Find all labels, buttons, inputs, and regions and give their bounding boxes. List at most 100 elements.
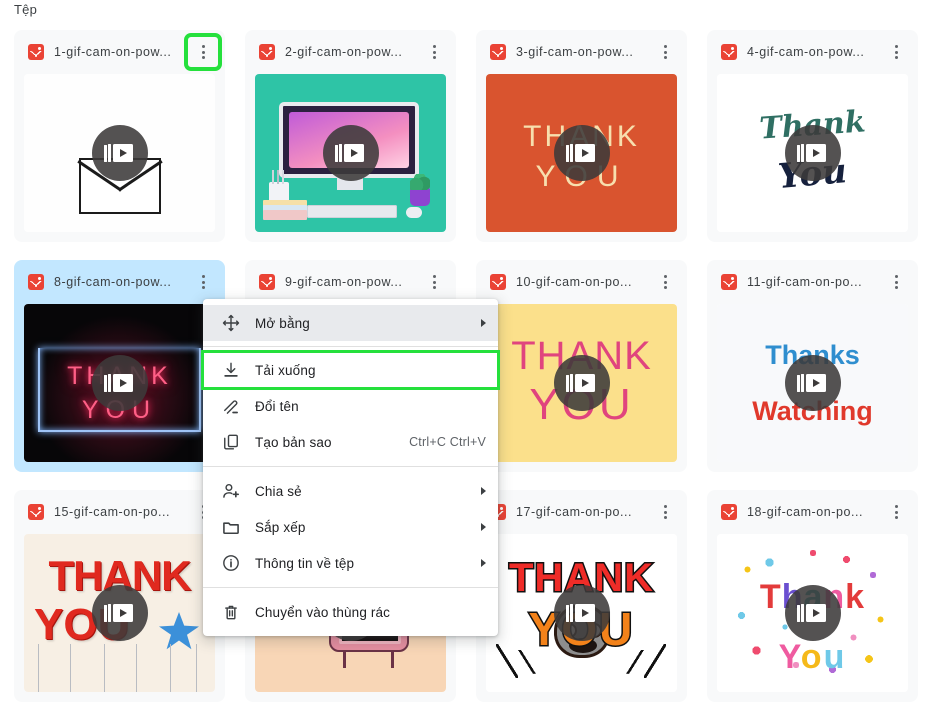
gif-play-badge: [553, 125, 610, 181]
menu-item-shortcut: Ctrl+C Ctrl+V: [409, 435, 486, 449]
more-options-kebab-icon[interactable]: [881, 267, 911, 297]
image-file-icon: [721, 504, 737, 520]
menu-item-6[interactable]: Sắp xếp: [203, 509, 498, 545]
menu-item-label: Tạo bản sao: [255, 434, 332, 450]
gif-play-badge: [784, 355, 841, 411]
menu-item-label: Tải xuống: [255, 362, 316, 378]
file-card-title: 1-gif-cam-on-pow...: [54, 45, 172, 59]
film-bar: [565, 604, 569, 622]
gif-play-badge: [553, 355, 610, 411]
file-browser-page: Tệp 1-gif-cam-on-pow... 2-gif-cam-on-pow.…: [0, 0, 931, 711]
image-file-icon: [28, 44, 44, 60]
file-card-header: 3-gif-cam-on-pow...: [476, 30, 687, 74]
file-thumbnail[interactable]: [24, 74, 215, 232]
pen-cup-shape: [269, 170, 289, 204]
menu-item-3[interactable]: Đổi tên: [203, 388, 498, 424]
file-card-header: 8-gif-cam-on-pow...: [14, 260, 225, 304]
film-frame: [112, 144, 133, 162]
menu-item-7[interactable]: Thông tin về tệp: [203, 545, 498, 581]
more-options-kebab-icon[interactable]: [881, 37, 911, 67]
film-play-glyph: [796, 604, 829, 623]
file-card[interactable]: 4-gif-cam-on-pow... ThankYou: [707, 30, 918, 242]
open-with-icon: [221, 313, 241, 333]
file-card[interactable]: 17-gif-cam-on-po... THANKYOU: [476, 490, 687, 702]
film-bar: [103, 374, 107, 392]
copy-icon: [221, 432, 241, 452]
file-card-title: 9-gif-cam-on-pow...: [285, 275, 403, 289]
film-play-glyph: [796, 374, 829, 393]
file-card-title: 15-gif-cam-on-po...: [54, 505, 171, 519]
file-card[interactable]: 1-gif-cam-on-pow...: [14, 30, 225, 242]
comic-dashes: [492, 644, 670, 678]
play-triangle-icon: [120, 149, 127, 157]
play-triangle-icon: [813, 609, 820, 617]
gif-play-badge: [553, 585, 610, 641]
mouse-shape: [406, 207, 422, 218]
more-options-kebab-icon[interactable]: [184, 33, 222, 71]
trash-icon: [221, 602, 241, 622]
person-add-icon: [221, 481, 241, 501]
film-bar: [796, 374, 800, 392]
file-card-header: 4-gif-cam-on-pow...: [707, 30, 918, 74]
image-file-icon: [721, 274, 737, 290]
play-triangle-icon: [582, 609, 589, 617]
film-bar: [108, 144, 111, 162]
file-thumbnail[interactable]: THANKYOU: [486, 304, 677, 462]
film-bar: [108, 604, 111, 622]
file-card-header: 17-gif-cam-on-po...: [476, 490, 687, 534]
menu-item-8[interactable]: Chuyển vào thùng rác: [203, 594, 498, 630]
play-triangle-icon: [120, 609, 127, 617]
film-play-glyph: [565, 144, 598, 163]
gif-play-badge: [322, 125, 379, 181]
menu-item-1[interactable]: Mở bằng: [203, 305, 498, 341]
menu-item-5[interactable]: Chia sẻ: [203, 473, 498, 509]
menu-item-2[interactable]: Tải xuống: [201, 350, 500, 390]
menu-item-label: Thông tin về tệp: [255, 555, 355, 571]
balloon-strings: [24, 644, 215, 692]
file-thumbnail[interactable]: THANKYOU: [24, 304, 215, 462]
film-frame: [574, 144, 595, 162]
gif-play-badge: [91, 355, 148, 411]
film-bar: [103, 604, 107, 622]
file-card-header: 2-gif-cam-on-pow...: [245, 30, 456, 74]
more-options-kebab-icon[interactable]: [650, 267, 680, 297]
film-frame: [805, 604, 826, 622]
more-options-kebab-icon[interactable]: [650, 37, 680, 67]
file-thumbnail[interactable]: ThanksWatching: [717, 304, 908, 462]
file-card[interactable]: 11-gif-cam-on-po... ThanksWatching: [707, 260, 918, 472]
menu-separator: [203, 466, 498, 467]
file-card[interactable]: 3-gif-cam-on-pow... THANKYOU: [476, 30, 687, 242]
file-thumbnail[interactable]: THANKYOU: [486, 534, 677, 692]
file-thumbnail[interactable]: [255, 74, 446, 232]
file-card-title: 8-gif-cam-on-pow...: [54, 275, 172, 289]
menu-item-label: Chia sẻ: [255, 483, 302, 499]
file-context-menu[interactable]: Mở bằng Tải xuống Đổi tên Tạo bản sao Ctrl+C…: [201, 299, 500, 636]
menu-item-label: Chuyển vào thùng rác: [255, 604, 391, 620]
file-thumbnail[interactable]: THANKYOU: [486, 74, 677, 232]
film-frame: [574, 604, 595, 622]
film-bar: [334, 144, 338, 162]
file-card[interactable]: 2-gif-cam-on-pow...: [245, 30, 456, 242]
film-bar: [570, 144, 573, 162]
file-card-title: 18-gif-cam-on-po...: [747, 505, 864, 519]
file-card-header: 9-gif-cam-on-pow...: [245, 260, 456, 304]
film-frame: [343, 144, 364, 162]
file-thumbnail[interactable]: THANKYOU: [24, 534, 215, 692]
more-options-kebab-icon[interactable]: [650, 497, 680, 527]
play-triangle-icon: [582, 149, 589, 157]
file-card[interactable]: 10-gif-cam-on-po... THANKYOU: [476, 260, 687, 472]
more-options-kebab-icon[interactable]: [419, 37, 449, 67]
film-bar: [570, 374, 573, 392]
more-options-kebab-icon[interactable]: [188, 267, 218, 297]
file-card[interactable]: 15-gif-cam-on-po... THANK YOU: [14, 490, 225, 702]
file-thumbnail[interactable]: ThankYou: [717, 74, 908, 232]
more-options-kebab-icon[interactable]: [881, 497, 911, 527]
more-options-kebab-icon[interactable]: [419, 267, 449, 297]
plant-shape: [410, 174, 430, 206]
menu-item-4[interactable]: Tạo bản sao Ctrl+C Ctrl+V: [203, 424, 498, 460]
file-thumbnail[interactable]: ThankYou: [717, 534, 908, 692]
film-bar: [565, 374, 569, 392]
film-play-glyph: [334, 144, 367, 163]
file-card[interactable]: 18-gif-cam-on-po... ThankYou: [707, 490, 918, 702]
file-card[interactable]: 8-gif-cam-on-pow... THANKYOU: [14, 260, 225, 472]
